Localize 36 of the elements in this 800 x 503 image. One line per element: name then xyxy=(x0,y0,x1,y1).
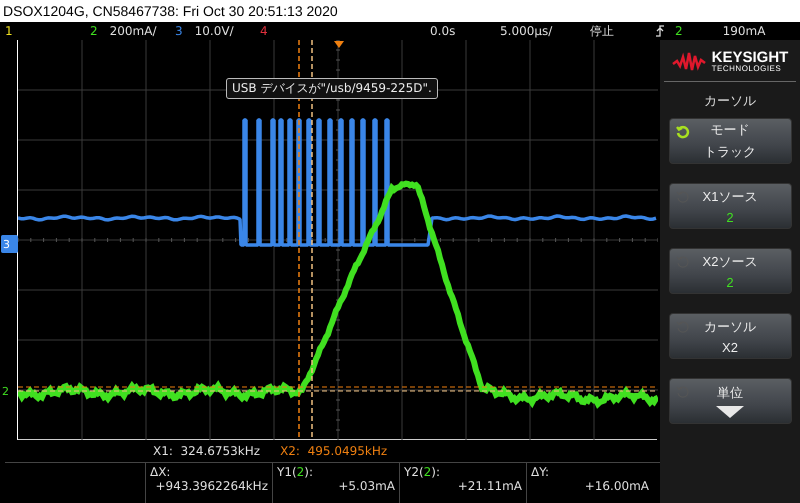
message-popup: USB デバイスが"/usb/9459-225D". xyxy=(226,78,438,99)
channel-scale: 10.0V/ xyxy=(194,24,234,38)
cursor-readout: X1: 324.6753kHz xyxy=(153,444,260,458)
measurement-label: ΔX: xyxy=(150,465,172,479)
measurement-value: +21.11mA xyxy=(458,479,522,493)
trigger-level: 190mA xyxy=(722,24,766,38)
measurement-value: +16.00mA xyxy=(584,479,649,493)
time-scale: 5.000µs/ xyxy=(500,24,554,38)
brand-subtitle: TECHNOLOGIES xyxy=(712,65,782,73)
softkey[interactable]: カーソル X2 xyxy=(668,313,792,359)
brand-name: KEYSIGHT xyxy=(712,50,788,65)
softkey[interactable]: X2ソース 2 xyxy=(668,248,792,294)
time-delay: 0.0s xyxy=(430,24,456,38)
menu-title: カーソル xyxy=(704,93,756,110)
ground-marker[interactable]: 3 xyxy=(1,235,18,253)
channel-scale: 200mA/ xyxy=(110,24,156,38)
rising-edge-icon xyxy=(655,25,665,37)
channel-number[interactable]: 1 xyxy=(5,24,13,38)
wave-logo-icon xyxy=(672,52,706,72)
softkey[interactable]: モード トラック xyxy=(668,118,792,164)
channel-number[interactable]: 4 xyxy=(260,24,268,38)
softkey[interactable]: 単位 xyxy=(668,378,792,424)
down-arrow-icon xyxy=(716,406,744,418)
softkey[interactable]: X1ソース 2 xyxy=(668,183,792,229)
run-state: 停止 xyxy=(590,22,615,40)
measurement-label: Y1(2): xyxy=(277,465,314,479)
cursor-readout: X2: 495.0495kHz xyxy=(280,444,388,458)
ground-marker[interactable]: 2 xyxy=(1,383,18,401)
channel-number[interactable]: 3 xyxy=(175,24,183,38)
measurement-value: +943.3962264kHz xyxy=(156,479,268,493)
measurement-value: +5.03mA xyxy=(338,479,395,493)
measurement-label: Y2(2): xyxy=(404,465,442,479)
measurement-label: ΔY: xyxy=(531,465,550,479)
window-title: DSOX1204G, CN58467738: Fri Oct 30 20:51:13 2020 xyxy=(0,0,800,22)
trigger-source: 2 xyxy=(675,24,683,38)
channel-number[interactable]: 2 xyxy=(90,24,98,38)
